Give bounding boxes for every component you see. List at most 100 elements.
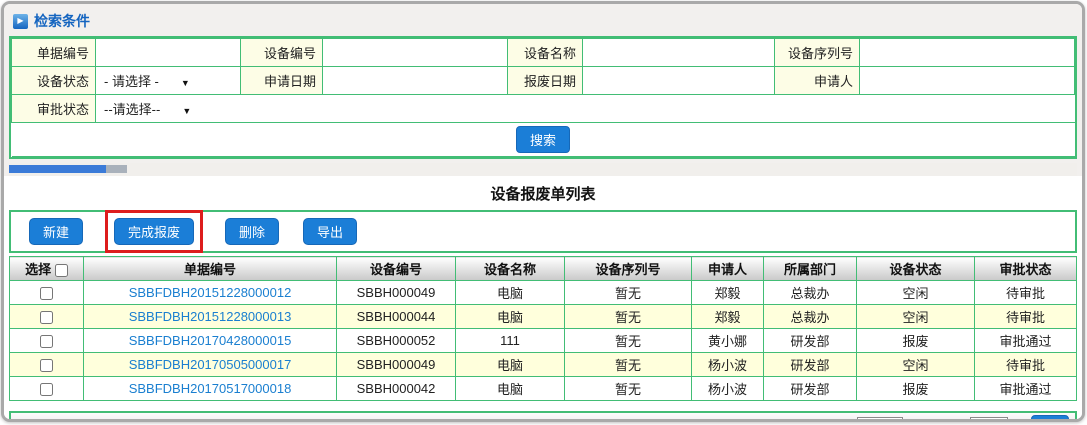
table-row: SBBFDBH20151228000012 SBBH000049 电脑 暂无 郑毅 总裁办… <box>9 280 1077 305</box>
label-applicant: 申请人 <box>774 66 860 95</box>
label-apply-date: 申请日期 <box>240 66 323 95</box>
label-serial-no: 设备序列号 <box>774 38 860 67</box>
scrollbar-thumb-end <box>106 165 127 173</box>
cell-device-no: SBBH000049 <box>336 280 456 305</box>
col-doc-no: 单据编号 <box>83 256 337 281</box>
doc-no-link[interactable]: SBBFDBH20170428000015 <box>129 333 292 348</box>
search-button[interactable]: 搜索 <box>515 126 570 153</box>
device-table-body: SBBFDBH20151228000012 SBBH000049 电脑 暂无 郑毅 总裁办… <box>9 280 1077 401</box>
cell-serial-no: 暂无 <box>564 376 692 401</box>
device-status-select[interactable]: - 请选择 - ▼ <box>95 66 241 95</box>
doc-no-input[interactable] <box>96 39 240 66</box>
cell-device-name: 111 <box>455 328 565 353</box>
col-device-status: 设备状态 <box>856 256 975 281</box>
doc-no-link[interactable]: SBBFDBH20151228000012 <box>129 285 292 300</box>
cell-applicant: 黄小娜 <box>691 328 764 353</box>
horizontal-scrollbar[interactable] <box>9 163 1077 176</box>
cell-approval-status: 审批通过 <box>974 376 1077 401</box>
row-checkbox[interactable] <box>40 287 53 301</box>
row-checkbox[interactable] <box>40 311 53 325</box>
cell-device-no: SBBH000044 <box>336 304 456 329</box>
prev-page-link[interactable]: 上一页 <box>504 417 543 419</box>
cell-department: 研发部 <box>763 328 857 353</box>
search-form: 单据编号 设备编号 设备名称 设备序列号 设备状态 - 请选择 - ▼ 申请日期… <box>9 36 1077 159</box>
list-zone: 设备报废单列表 新建 完成报废 删除 导出 选择 单据编号 设备编号 设备名称 … <box>4 176 1082 422</box>
delete-button[interactable]: 删除 <box>225 218 280 245</box>
cell-device-status: 报废 <box>856 376 975 401</box>
toolbar: 新建 完成报废 删除 导出 <box>9 210 1077 253</box>
select-all-checkbox[interactable] <box>54 264 68 278</box>
row-checkbox[interactable] <box>40 383 53 397</box>
per-page-input[interactable] <box>856 416 903 419</box>
cell-serial-no: 暂无 <box>564 352 692 377</box>
cell-serial-no: 暂无 <box>564 328 692 353</box>
apply-date-input[interactable] <box>323 67 507 94</box>
cell-serial-no: 暂无 <box>564 280 692 305</box>
table-row: SBBFDBH20170505000017 SBBH000049 电脑 暂无 杨小波 研发… <box>9 352 1077 377</box>
doc-no-link[interactable]: SBBFDBH20151228000013 <box>129 309 292 324</box>
new-button[interactable]: 新建 <box>29 218 84 245</box>
total-records: 5 <box>224 420 231 422</box>
applicant-input[interactable] <box>860 67 1074 94</box>
next-page-link[interactable]: 下一页 <box>563 417 602 419</box>
cell-applicant: 郑毅 <box>691 280 764 305</box>
table-row: SBBFDBH20170428000015 SBBH000052 111 暂无 黄小娜研… <box>9 328 1077 353</box>
expand-icon[interactable]: ▶ <box>13 13 28 29</box>
doc-no-link[interactable]: SBBFDBH20170505000017 <box>129 357 292 372</box>
table-header-row: 选择 单据编号 设备编号 设备名称 设备序列号 申请人 所属部门 设备状态 审批… <box>9 256 1077 281</box>
highlight-box: 完成报废 <box>105 210 204 253</box>
cell-device-no: SBBH000052 <box>336 328 456 353</box>
col-approval-status: 审批状态 <box>974 256 1077 281</box>
last-page-link[interactable]: 末页 <box>622 417 648 419</box>
cell-approval-status: 审批通过 <box>974 328 1077 353</box>
device-no-input[interactable] <box>323 39 507 66</box>
label-scrap-date: 报废日期 <box>507 66 583 95</box>
page-title: 设备报废单列表 <box>490 186 596 203</box>
scrollbar-thumb[interactable] <box>9 165 106 173</box>
doc-no-link[interactable]: SBBFDBH20170517000018 <box>129 381 292 396</box>
cell-device-name: 电脑 <box>455 280 565 305</box>
cell-device-no: SBBH000049 <box>336 352 456 377</box>
complete-scrap-button[interactable]: 完成报废 <box>114 218 195 245</box>
approval-status-select[interactable]: --请选择-- ▼ <box>95 94 1075 123</box>
table-row: SBBFDBH20170517000018 SBBH000042 电脑 暂无 杨小波 研发… <box>9 376 1077 401</box>
export-button[interactable]: 导出 <box>303 218 358 245</box>
first-page-link[interactable]: 首页 <box>458 417 484 419</box>
cell-device-status: 空闲 <box>856 280 975 305</box>
row-checkbox[interactable] <box>40 335 53 349</box>
serial-no-input[interactable] <box>860 39 1074 66</box>
cell-device-status: 报废 <box>856 328 975 353</box>
search-zone: ▶ 检索条件 单据编号 设备编号 设备名称 设备序列号 设备状态 - 请选择 -… <box>4 4 1082 176</box>
cell-device-name: 电脑 <box>455 376 565 401</box>
cell-department: 总裁办 <box>763 304 857 329</box>
col-select: 选择 <box>9 256 84 281</box>
cell-device-status: 空闲 <box>856 352 975 377</box>
cell-applicant: 郑毅 <box>691 304 764 329</box>
cell-serial-no: 暂无 <box>564 304 692 329</box>
search-section-title: 检索条件 <box>34 13 90 29</box>
cell-applicant: 杨小波 <box>691 376 764 401</box>
scrap-date-input[interactable] <box>583 67 774 94</box>
col-serial-no: 设备序列号 <box>564 256 692 281</box>
go-button[interactable]: GO <box>1030 415 1069 419</box>
page: ▶ 检索条件 单据编号 设备编号 设备名称 设备序列号 设备状态 - 请选择 -… <box>0 0 1087 425</box>
page-size-controls: 每页显示 条 转到第 页 GO <box>800 415 1075 419</box>
cell-device-no: SBBH000042 <box>336 376 456 401</box>
device-name-input[interactable] <box>583 39 774 66</box>
label-doc-no: 单据编号 <box>11 38 96 67</box>
cell-device-name: 电脑 <box>455 352 565 377</box>
total-pages: 1 <box>281 420 288 422</box>
chevron-down-icon: ▼ <box>182 106 192 116</box>
cell-approval-status: 待审批 <box>974 280 1077 305</box>
cell-applicant: 杨小波 <box>691 352 764 377</box>
search-section-header: ▶ 检索条件 <box>9 9 1077 36</box>
cell-device-status: 空闲 <box>856 304 975 329</box>
device-table: 选择 单据编号 设备编号 设备名称 设备序列号 申请人 所属部门 设备状态 审批… <box>9 256 1077 401</box>
pagination-bar: 总记录数: 5 共分为: 1 页 首页 上一页 下一页 末页 每页显示 条 转到… <box>9 411 1077 422</box>
label-device-name: 设备名称 <box>507 38 583 67</box>
row-checkbox[interactable] <box>40 359 53 373</box>
label-approval-status: 审批状态 <box>11 94 96 123</box>
col-device-name: 设备名称 <box>455 256 565 281</box>
cell-device-name: 电脑 <box>455 304 565 329</box>
goto-page-input[interactable] <box>969 416 1008 419</box>
